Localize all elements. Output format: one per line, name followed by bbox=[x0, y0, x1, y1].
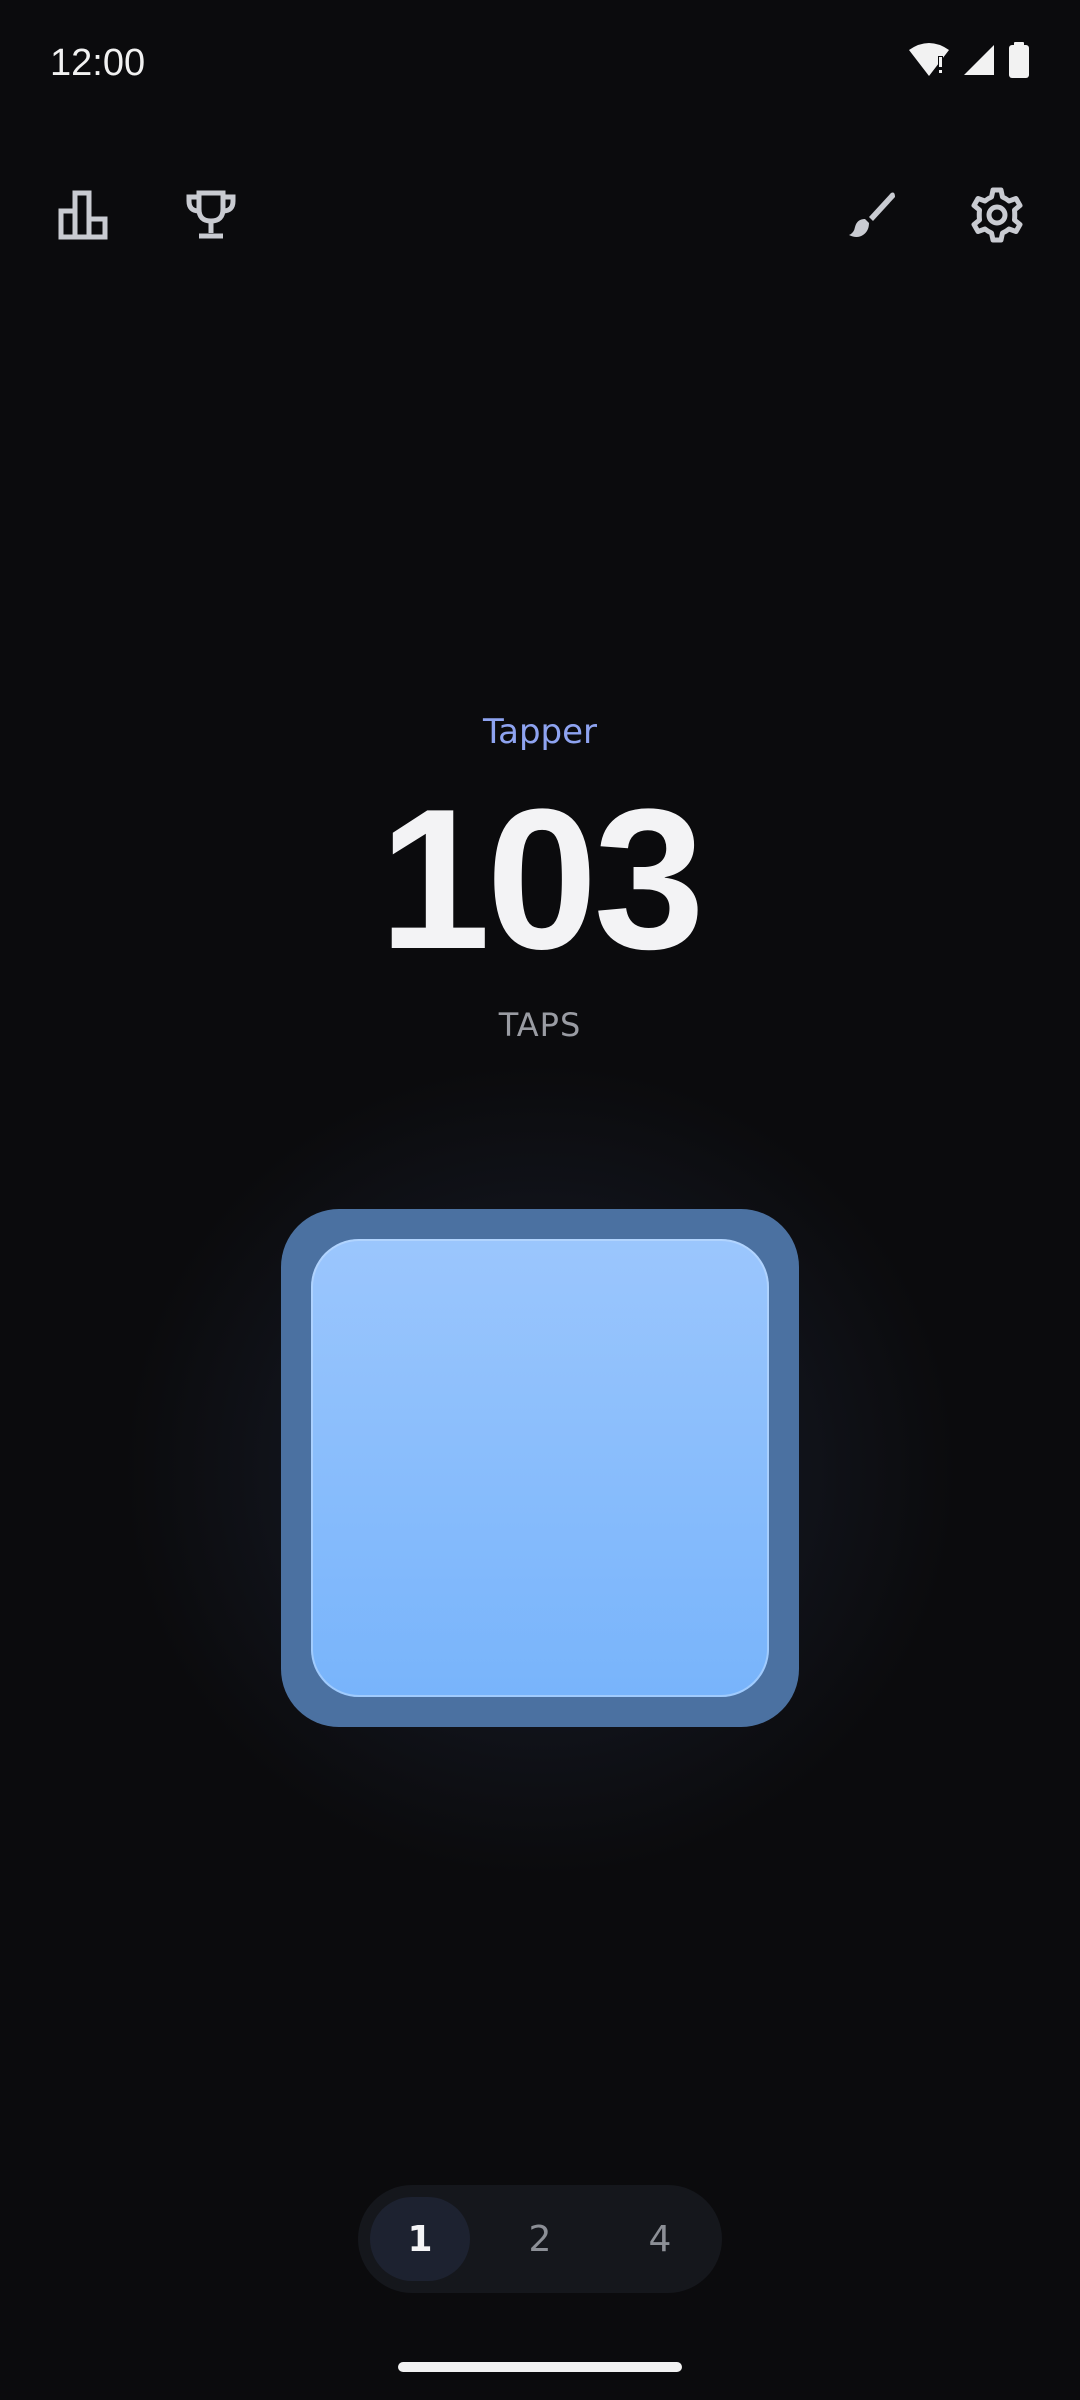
home-indicator[interactable] bbox=[398, 2362, 682, 2372]
gear-icon bbox=[969, 187, 1025, 243]
theme-button[interactable] bbox=[826, 170, 916, 260]
selector-option-4[interactable]: 4 bbox=[610, 2197, 710, 2281]
status-icons bbox=[908, 42, 1030, 82]
app-screen: 12:00 Tapper 103 TAPS 1 2 4 bbox=[0, 0, 1080, 2400]
tap-pad-surface[interactable] bbox=[311, 1239, 769, 1697]
settings-button[interactable] bbox=[952, 170, 1042, 260]
status-time: 12:00 bbox=[50, 42, 146, 84]
achievements-button[interactable] bbox=[166, 170, 256, 260]
selector-option-1[interactable]: 1 bbox=[370, 2197, 470, 2281]
stats-button[interactable] bbox=[40, 170, 130, 260]
status-bar: 12:00 bbox=[0, 0, 1080, 130]
cell-signal-icon bbox=[962, 43, 996, 81]
selector-option-2[interactable]: 2 bbox=[490, 2197, 590, 2281]
count-unit-label: TAPS bbox=[498, 1006, 582, 1044]
mode-label: Tapper bbox=[482, 712, 598, 752]
trophy-icon bbox=[185, 189, 237, 241]
tap-pad-button[interactable] bbox=[281, 1209, 799, 1727]
battery-icon bbox=[1008, 42, 1030, 82]
stats-icon bbox=[57, 189, 113, 241]
tap-multiplier-selector: 1 2 4 bbox=[358, 2185, 722, 2293]
brush-icon bbox=[845, 189, 897, 241]
tap-count: 103 bbox=[379, 768, 705, 991]
wifi-alert-icon bbox=[908, 42, 950, 82]
